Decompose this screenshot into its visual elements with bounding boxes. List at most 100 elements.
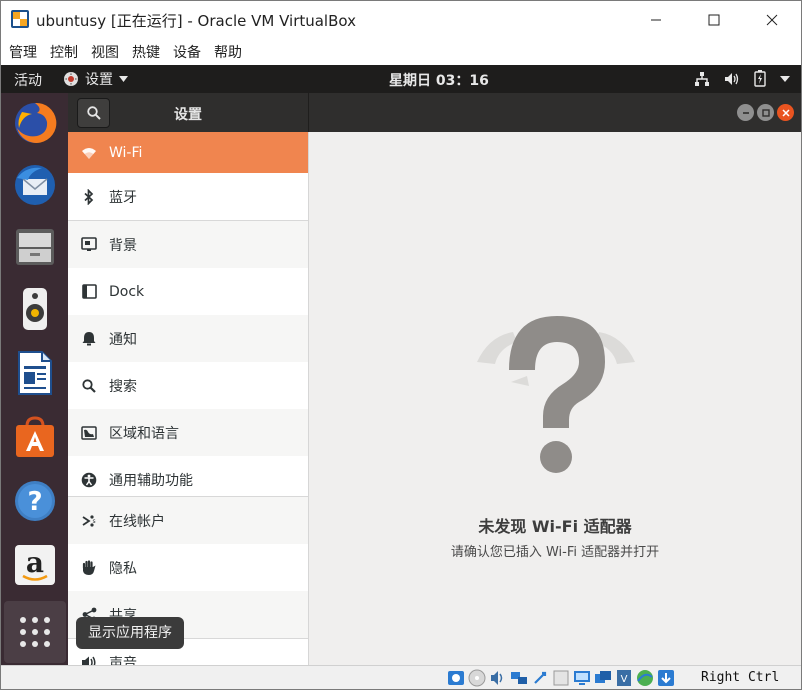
settings-title: 设置 <box>174 107 202 123</box>
battery-icon <box>754 70 766 87</box>
volume-icon <box>725 72 739 85</box>
dock-amazon[interactable]: a <box>9 539 61 591</box>
background-icon <box>81 237 97 253</box>
host-key-label[interactable]: Right Ctrl <box>701 670 779 685</box>
sidebar-item-background[interactable]: 背景 <box>68 221 308 268</box>
sidebar-item-wifi[interactable]: Wi-Fi <box>68 132 308 173</box>
region-icon <box>81 425 97 441</box>
sidebar-item-label: 通用辅助功能 <box>109 472 193 489</box>
rhythmbox-icon <box>23 288 47 330</box>
hand-icon <box>81 559 97 576</box>
settings-maximize-button[interactable] <box>757 104 774 121</box>
menu-help[interactable]: 帮助 <box>214 42 242 62</box>
dock-thunderbird[interactable] <box>9 159 61 211</box>
minimize-icon <box>651 19 661 21</box>
libreoffice-writer-icon <box>18 351 52 395</box>
close-icon <box>781 108 790 117</box>
sidebar-item-label: 通知 <box>109 331 137 348</box>
host-menu-bar: 管理 控制 视图 热键 设备 帮助 <box>1 39 801 65</box>
status-icons: V <box>447 669 675 687</box>
show-applications-tooltip: 显示应用程序 <box>76 617 184 649</box>
sidebar-item-label: 蓝牙 <box>109 189 137 206</box>
svg-text:a: a <box>26 546 44 579</box>
search-button[interactable] <box>77 98 110 128</box>
ubuntu-software-icon <box>16 416 54 457</box>
header-divider <box>308 93 309 132</box>
sidebar-item-label: 背景 <box>109 237 137 254</box>
dock-libreoffice-writer[interactable] <box>9 347 61 399</box>
firefox-icon <box>15 102 57 143</box>
maximize-icon <box>761 108 770 117</box>
minimize-button[interactable] <box>627 1 685 39</box>
no-adapter-headline: 未发现 Wi-Fi 适配器 <box>478 517 632 536</box>
sidebar-item-label: Dock <box>109 283 145 300</box>
accessibility-icon <box>81 472 97 488</box>
guest-additions-icon[interactable] <box>636 669 654 687</box>
sidebar-item-label: 声音 <box>109 655 137 666</box>
menu-devices[interactable]: 设备 <box>173 42 201 62</box>
no-wifi-adapter-icon <box>477 316 635 473</box>
clock[interactable]: 星期日 03：16 <box>389 70 489 90</box>
app-menu-button[interactable]: 设置 <box>63 69 128 89</box>
shared-folder-icon[interactable] <box>552 669 570 687</box>
dock-firefox[interactable] <box>9 97 61 149</box>
menu-view[interactable]: 视图 <box>91 42 119 62</box>
sidebar-item-notifications[interactable]: 通知 <box>68 315 308 362</box>
minimize-icon <box>742 111 749 114</box>
bell-icon <box>81 331 97 347</box>
display-icon[interactable] <box>573 669 591 687</box>
help-icon: ? <box>15 481 55 521</box>
menu-control[interactable]: 控制 <box>50 42 78 62</box>
speaker-icon <box>81 655 97 665</box>
close-icon <box>766 14 778 26</box>
dock-ubuntu-software[interactable] <box>9 411 61 463</box>
sidebar-item-label: Wi-Fi <box>109 144 143 161</box>
activities-button[interactable]: 活动 <box>14 70 42 90</box>
close-button[interactable] <box>743 1 801 39</box>
svg-text:V: V <box>621 674 628 685</box>
dock-rhythmbox[interactable] <box>9 283 61 335</box>
settings-sidebar: Wi-Fi 蓝牙 背景 Dock 通知 搜索 区域和语言 通用辅助功能 s 在线… <box>68 132 309 665</box>
search-icon <box>81 378 97 394</box>
sidebar-item-online-accounts[interactable]: s 在线帐户 <box>68 497 308 544</box>
hard-disk-icon[interactable] <box>447 669 465 687</box>
usb-icon[interactable] <box>531 669 549 687</box>
virtualbox-app-icon <box>11 10 29 28</box>
sidebar-item-label: 隐私 <box>109 560 137 577</box>
bluetooth-icon <box>81 188 97 205</box>
app-grid-icon <box>20 617 50 647</box>
settings-minimize-button[interactable] <box>737 104 754 121</box>
wifi-panel: 未发现 Wi-Fi 适配器 请确认您已插入 Wi-Fi 适配器并打开 <box>309 132 801 665</box>
settings-header-bar: 设置 <box>68 93 801 132</box>
sidebar-item-region[interactable]: 区域和语言 <box>68 409 308 456</box>
sidebar-item-privacy[interactable]: 隐私 <box>68 544 308 591</box>
dock-help[interactable]: ? <box>9 475 61 527</box>
sidebar-item-dock[interactable]: Dock <box>68 268 308 315</box>
virtualization-icon[interactable]: V <box>615 669 633 687</box>
sidebar-item-label: 搜索 <box>109 378 137 395</box>
settings-app-icon <box>64 72 78 86</box>
show-applications-button[interactable] <box>4 601 66 663</box>
ubuntu-dock: ? a <box>1 93 68 665</box>
audio-icon[interactable] <box>489 669 507 687</box>
host-title-bar: ubuntusy [正在运行] - Oracle VM VirtualBox <box>1 1 801 39</box>
no-adapter-subline: 请确认您已插入 Wi-Fi 适配器并打开 <box>450 545 660 560</box>
optical-drive-icon[interactable] <box>468 669 486 687</box>
video-capture-icon[interactable] <box>594 669 612 687</box>
chevron-down-icon <box>119 76 128 82</box>
files-icon <box>16 229 54 265</box>
thunderbird-icon <box>15 165 55 205</box>
system-tray[interactable] <box>694 70 790 87</box>
keyboard-capture-icon[interactable] <box>657 669 675 687</box>
settings-close-button[interactable] <box>777 104 794 121</box>
menu-hotkeys[interactable]: 热键 <box>132 42 160 62</box>
sidebar-item-bluetooth[interactable]: 蓝牙 <box>68 173 308 220</box>
maximize-button[interactable] <box>685 1 743 39</box>
menu-manage[interactable]: 管理 <box>9 42 37 62</box>
dock-files[interactable] <box>9 221 61 273</box>
online-accounts-icon: s <box>81 513 97 529</box>
dropdown-arrow-icon <box>780 75 790 82</box>
network-icon[interactable] <box>510 669 528 687</box>
vbox-status-bar: V Right Ctrl <box>1 665 801 689</box>
sidebar-item-search[interactable]: 搜索 <box>68 362 308 409</box>
